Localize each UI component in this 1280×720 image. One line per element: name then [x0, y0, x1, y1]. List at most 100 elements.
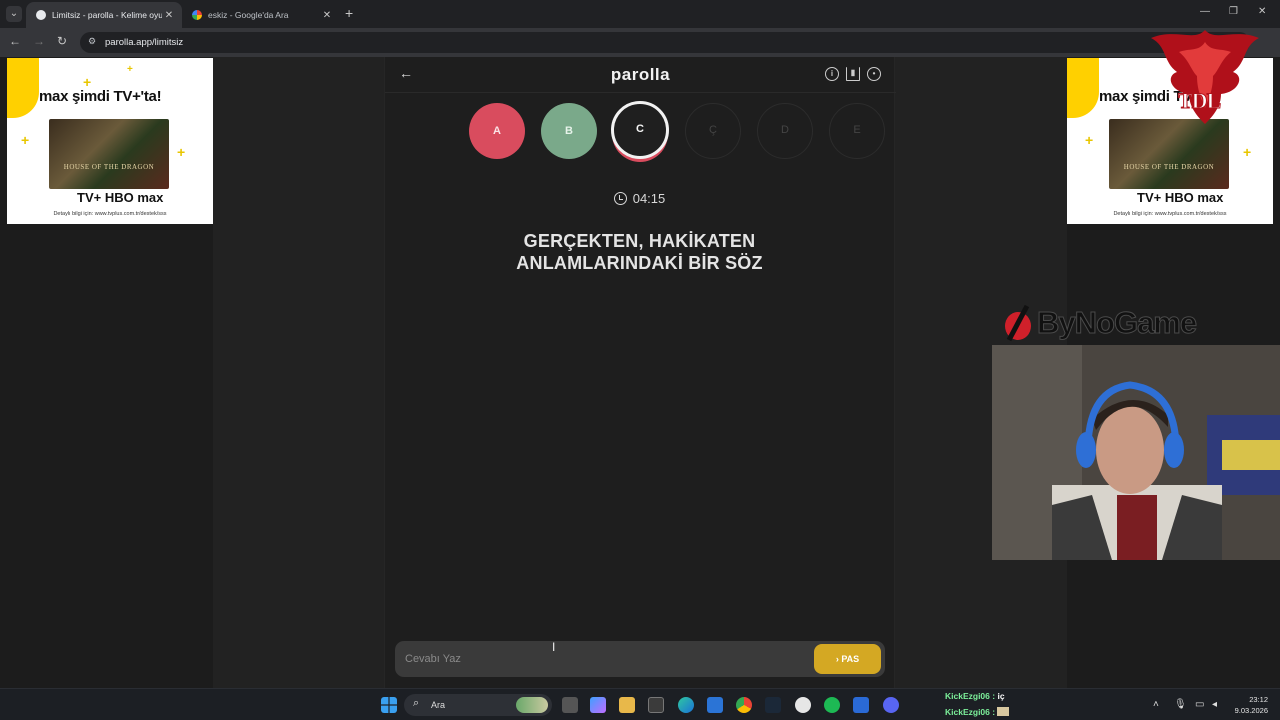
microphone-icon[interactable]: 🎙	[1174, 699, 1187, 710]
browser-tab-bar: ⌄ Limitsiz - parolla - Kelime oyun ✕ esk…	[0, 0, 1280, 28]
chevron-right-icon: ›	[835, 654, 839, 664]
chrome-icon[interactable]	[736, 697, 752, 713]
taskbar: ⌕ Ara KickEzgi06 : iç KickEzgi06 : ˄ 🎙 ▭…	[0, 688, 1280, 720]
stats-icon[interactable]: ▮	[846, 67, 860, 81]
clock-time: 23:12	[1249, 695, 1268, 704]
volume-icon[interactable]: ◂	[1212, 699, 1217, 710]
search-icon: ⌕	[413, 697, 420, 709]
forward-icon[interactable]: →	[33, 34, 45, 48]
spotify-icon[interactable]	[824, 697, 840, 713]
taskbar-search[interactable]: ⌕ Ara	[404, 694, 552, 716]
tray-chevron-up-icon[interactable]: ˄	[1153, 699, 1159, 710]
parolla-favicon-icon	[36, 10, 46, 20]
timer-value: 04:15	[632, 191, 666, 206]
ad-brand: TV+ HBO max	[77, 190, 164, 205]
game-panel: ← parolla i ▮ • A B C Ç D E 04:15 GERÇEK…	[384, 57, 896, 688]
url-text: parolla.app/limitsiz	[105, 37, 184, 48]
mail-icon[interactable]	[707, 697, 723, 713]
ad-footer: Detaylı bilgi için: www.tvplus.com.tr/de…	[53, 211, 167, 217]
window-close-button[interactable]: ✕	[1258, 6, 1266, 17]
plus-icon: +	[1085, 132, 1094, 148]
answer-bar: › PAS	[395, 641, 885, 677]
chat-user: KickEzgi06 :	[945, 707, 996, 717]
plus-icon: +	[177, 144, 186, 160]
letter-c-cedilla: Ç	[685, 103, 741, 159]
ad-poster-title: HOUSE OF THE DRAGON	[63, 163, 155, 171]
edge-icon[interactable]	[678, 697, 694, 713]
store-icon[interactable]	[648, 697, 664, 713]
site-info-icon[interactable]: ⚙	[88, 36, 96, 47]
page: + + + + max şimdi TV+'ta! HOUSE OF THE D…	[0, 57, 1280, 688]
chat-user: KickEzgi06 :	[945, 691, 996, 701]
webcam-image	[992, 345, 1280, 560]
task-view-icon[interactable]	[562, 697, 578, 713]
minimize-button[interactable]: —	[1200, 6, 1210, 17]
back-icon[interactable]: ←	[9, 34, 21, 48]
question-line: ANLAMLARINDAKİ BİR SÖZ	[516, 253, 763, 273]
ad-footer: Detaylı bilgi için: www.tvplus.com.tr/de…	[1113, 211, 1227, 217]
tab-google[interactable]: eskiz - Google'da Ara ✕	[182, 2, 340, 28]
ad-banner-left[interactable]: + + + + max şimdi TV+'ta! HOUSE OF THE D…	[7, 58, 213, 224]
bynogame-text: ByNoGame	[1036, 305, 1197, 341]
new-tab-button[interactable]: +	[345, 5, 353, 21]
info-icon[interactable]: i	[825, 67, 839, 81]
letter-a: A	[469, 103, 525, 159]
ad-title: max şimdi TV+'ta!	[39, 88, 162, 105]
plus-icon: +	[127, 64, 133, 75]
page-title: parolla	[610, 65, 671, 84]
emote-icon	[997, 707, 1010, 716]
pass-button[interactable]: › PAS	[814, 644, 881, 674]
ad-brand: TV+ HBO max	[1137, 190, 1224, 205]
discord-icon[interactable]	[883, 697, 899, 713]
letter-d: D	[757, 103, 813, 159]
bynogame-mark-icon	[1005, 304, 1031, 342]
tdl-logo-text: TDL	[1177, 88, 1221, 114]
github-icon[interactable]	[795, 697, 811, 713]
profile-icon[interactable]: •	[867, 67, 881, 81]
plus-icon: +	[21, 132, 30, 148]
chat-message: KickEzgi06 : iç	[945, 691, 1005, 701]
windows-start-icon[interactable]	[381, 697, 397, 713]
clock-icon	[613, 192, 627, 205]
ad-accent-shape	[1067, 58, 1099, 118]
reload-icon[interactable]: ↻	[57, 34, 67, 48]
network-icon[interactable]: ▭	[1195, 699, 1204, 710]
close-icon[interactable]: ✕	[320, 10, 334, 21]
restore-button[interactable]: ❐	[1229, 6, 1238, 17]
search-highlight-icon	[516, 697, 548, 713]
ad-accent-shape	[7, 58, 39, 118]
google-favicon-icon	[192, 10, 202, 20]
chat-text: iç	[997, 691, 1005, 701]
close-icon[interactable]: ✕	[162, 10, 176, 21]
timer: 04:15	[385, 191, 894, 206]
plus-icon: +	[1243, 144, 1252, 160]
ad-poster-title: HOUSE OF THE DRAGON	[1123, 163, 1215, 171]
tab-parolla[interactable]: Limitsiz - parolla - Kelime oyun ✕	[26, 2, 182, 28]
steam-icon[interactable]	[765, 697, 781, 713]
tab-title: eskiz - Google'da Ara	[208, 10, 289, 20]
game-header: ← parolla i ▮ •	[385, 57, 896, 93]
tab-title: Limitsiz - parolla - Kelime oyun	[52, 10, 162, 20]
copilot-icon[interactable]	[590, 697, 606, 713]
ad-poster: HOUSE OF THE DRAGON	[49, 119, 169, 189]
address-bar[interactable]: ⚙ parolla.app/limitsiz ⇄ ≡	[80, 32, 1250, 53]
question-line: GERÇEKTEN, HAKİKATEN	[523, 231, 756, 251]
taskbar-search-label: Ara	[431, 700, 446, 710]
browser-toolbar: ← → ↻ ⚙ parolla.app/limitsiz ⇄ ≡	[0, 28, 1280, 57]
question-text: GERÇEKTEN, HAKİKATEN ANLAMLARINDAKİ BİR …	[425, 230, 854, 274]
tab-search-button[interactable]: ⌄	[6, 6, 22, 22]
left-gutter	[213, 57, 384, 688]
file-explorer-icon[interactable]	[619, 697, 635, 713]
letter-b: B	[541, 103, 597, 159]
letter-c-current: C	[611, 101, 669, 159]
clock-date: 9.03.2026	[1234, 706, 1268, 715]
ad-poster: HOUSE OF THE DRAGON	[1109, 119, 1229, 189]
webcam-feed	[992, 345, 1280, 560]
pass-label: PAS	[841, 654, 860, 664]
text-cursor-icon: I	[552, 640, 556, 654]
app-icon[interactable]	[853, 697, 869, 713]
answer-input[interactable]	[405, 649, 800, 669]
letter-e: E	[829, 103, 885, 159]
chat-message: KickEzgi06 :	[945, 707, 1010, 717]
bynogame-logo: ByNoGame	[1003, 301, 1198, 345]
